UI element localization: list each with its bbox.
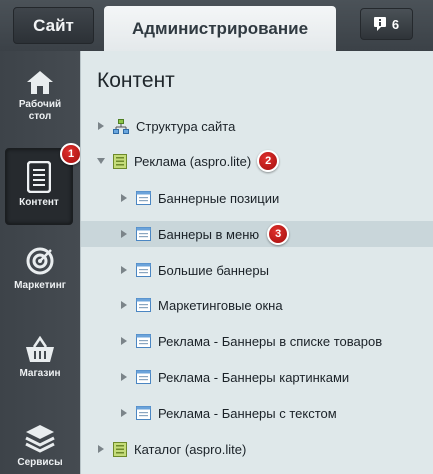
tree-item-label: Маркетинговые окна [158, 297, 283, 313]
step-badge: 3 [267, 223, 290, 245]
sidebar-item-label: Маркетинг [14, 280, 66, 291]
tree-item-label: Реклама - Баннеры картинками [158, 369, 350, 385]
list-icon [136, 334, 151, 348]
tree-item-banners-product-list[interactable]: Реклама - Баннеры в списке товаров [81, 328, 433, 354]
list-icon [136, 191, 151, 205]
tree-item-text-banners[interactable]: Реклама - Баннеры с текстом [81, 400, 433, 426]
expand-arrow-icon[interactable] [120, 409, 128, 417]
sidebar-item-label: Магазин [19, 368, 61, 379]
tree-item-marketing-windows[interactable]: Маркетинговые окна [81, 292, 433, 318]
expand-arrow-icon[interactable] [97, 122, 105, 130]
tree-item-label: Реклама (aspro.lite) [134, 153, 252, 169]
expand-arrow-icon[interactable] [120, 266, 128, 274]
tree-item-label: Каталог (aspro.lite) [134, 441, 247, 457]
expand-arrow-icon[interactable] [97, 445, 105, 453]
sidebar-item-services[interactable]: Сервисы [0, 423, 80, 469]
folder-icon [113, 153, 127, 169]
tree-item-label: Реклама - Баннеры с текстом [158, 405, 337, 421]
tree-item-label: Баннеры в меню [158, 226, 260, 242]
sidebar: Рабочий стол Контент 1 Маркетинг Магазин… [0, 51, 82, 474]
sidebar-item-label: стол [28, 111, 52, 122]
tree-item-big-banners[interactable]: Большие баннеры [81, 257, 433, 283]
list-icon [136, 227, 151, 241]
list-icon [136, 406, 151, 420]
notifications-button[interactable]: 6 [360, 8, 413, 40]
sidebar-item-label: Контент [19, 197, 59, 208]
sitemap-icon [113, 118, 129, 134]
expand-arrow-icon[interactable] [120, 301, 128, 309]
tree-item-label: Большие баннеры [158, 262, 269, 278]
expand-arrow-icon[interactable] [120, 230, 128, 238]
step-badge: 2 [257, 150, 280, 172]
tab-site[interactable]: Сайт [13, 7, 94, 44]
sidebar-item-marketing[interactable]: Маркетинг [0, 246, 80, 292]
sidebar-item-label: Рабочий [18, 99, 62, 110]
tree-item-label: Баннерные позиции [158, 190, 280, 206]
list-icon [136, 298, 151, 312]
target-icon [0, 246, 80, 276]
step-badge: 1 [60, 143, 82, 165]
content-panel: Контент Структура сайта Реклама (aspro.l… [80, 51, 433, 474]
notifications-count: 6 [391, 16, 400, 32]
sidebar-item-desktop[interactable]: Рабочий стол [0, 69, 80, 123]
sidebar-item-label: Сервисы [17, 457, 63, 468]
folder-icon [113, 441, 127, 457]
list-icon [136, 263, 151, 277]
expand-arrow-icon[interactable] [120, 194, 128, 202]
home-icon [0, 69, 80, 95]
tree-item-menu-banners[interactable]: Баннеры в меню 3 [81, 221, 433, 247]
top-bar: Сайт Администрирование 6 [0, 0, 433, 51]
tree-item-advertising[interactable]: Реклама (aspro.lite) 2 [81, 148, 433, 174]
tree-item-label: Реклама - Баннеры в списке товаров [158, 333, 383, 349]
page-title: Контент [97, 69, 175, 92]
collapse-arrow-icon[interactable] [97, 157, 105, 165]
tree-item-site-structure[interactable]: Структура сайта [81, 113, 433, 139]
tree-item-banner-positions[interactable]: Баннерные позиции [81, 185, 433, 211]
tree-item-catalog[interactable]: Каталог (aspro.lite) [81, 436, 433, 462]
expand-arrow-icon[interactable] [120, 373, 128, 381]
tree-item-label: Структура сайта [136, 118, 236, 134]
expand-arrow-icon[interactable] [120, 337, 128, 345]
layers-icon [0, 423, 80, 453]
tree-item-image-banners[interactable]: Реклама - Баннеры картинками [81, 364, 433, 390]
basket-icon [0, 336, 80, 364]
sidebar-item-shop[interactable]: Магазин [0, 336, 80, 380]
document-icon [6, 161, 72, 193]
tab-admin[interactable]: Администрирование [104, 6, 336, 51]
info-icon [373, 17, 386, 31]
list-icon [136, 370, 151, 384]
